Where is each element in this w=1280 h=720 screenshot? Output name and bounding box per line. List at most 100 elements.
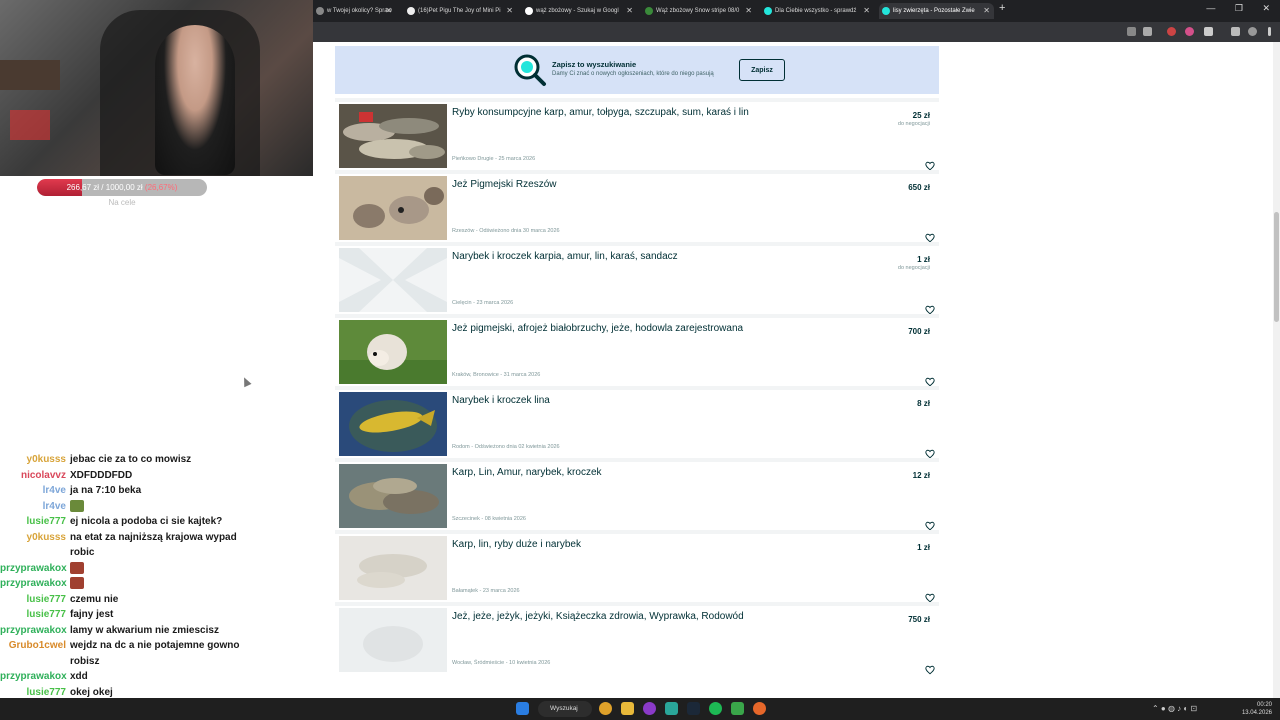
bookmark-star-icon[interactable] bbox=[1143, 27, 1152, 36]
listing-thumbnail[interactable] bbox=[339, 392, 447, 456]
restore-icon[interactable]: ❐ bbox=[1235, 3, 1243, 13]
listing-price: 8 zł bbox=[917, 399, 930, 408]
listing-list: Ryby konsumpcyjne karp, amur, tołpyga, s… bbox=[335, 98, 939, 675]
profile-avatar-icon[interactable] bbox=[1248, 27, 1257, 36]
chat-message: lr4ve bbox=[0, 499, 313, 515]
tab-close-icon[interactable]: ✕ bbox=[626, 3, 633, 19]
tab-title: Dla Ciebie wszystko - sprawdź bbox=[775, 8, 857, 14]
listing-thumbnail[interactable] bbox=[339, 104, 447, 168]
listing-thumbnail[interactable] bbox=[339, 536, 447, 600]
chat-username[interactable]: przyprawakox bbox=[0, 669, 67, 685]
heart-icon[interactable] bbox=[925, 230, 935, 243]
listing-thumbnail[interactable] bbox=[339, 320, 447, 384]
chat-username[interactable]: przyprawakox bbox=[0, 623, 67, 639]
chat-username[interactable]: y0kusss bbox=[0, 452, 66, 468]
stream-chat: y0kusss jebac cie za to co mowisz nicolavv… bbox=[0, 452, 313, 716]
heart-icon[interactable] bbox=[925, 302, 935, 315]
extension-icon[interactable] bbox=[1127, 27, 1136, 36]
listing-title[interactable]: Jeż pigmejski, afrojeż białobrzuchy, jeż… bbox=[452, 323, 862, 334]
taskbar-search[interactable]: Wyszukaj bbox=[538, 701, 592, 717]
extension-icon[interactable] bbox=[1185, 27, 1194, 36]
chat-username[interactable]: lr4ve bbox=[0, 483, 66, 499]
chat-text: jebac cie za to co mowisz bbox=[70, 454, 192, 465]
listing-card[interactable]: Narybek i kroczek lina 8 zł Rodom - Odświe… bbox=[335, 386, 939, 459]
folder-icon[interactable] bbox=[621, 702, 634, 715]
browser-tab[interactable]: Wąż zbożowy Snow stripe 08/0 ✕ bbox=[642, 3, 756, 19]
tab-close-icon[interactable]: ✕ bbox=[863, 3, 870, 19]
steam-icon[interactable] bbox=[687, 702, 700, 715]
listing-title[interactable]: Ryby konsumpcyjne karp, amur, tołpyga, s… bbox=[452, 107, 862, 118]
heart-icon[interactable] bbox=[925, 446, 935, 459]
browser-tab[interactable]: lisy zwierzęta - Pozostałe Zwie ✕ bbox=[879, 3, 994, 19]
chat-text bbox=[70, 576, 240, 592]
firefox-icon[interactable] bbox=[753, 702, 766, 715]
chat-message: przyprawakox lamy w akwarium nie zmiescis… bbox=[0, 623, 313, 639]
browser-tab[interactable]: (16)Pet Pigu The Joy of Mini Pi ✕ bbox=[404, 3, 517, 19]
extension-icon[interactable] bbox=[1167, 27, 1176, 36]
scrollbar-thumb[interactable] bbox=[1274, 212, 1279, 322]
listing-thumbnail[interactable] bbox=[339, 608, 447, 672]
listing-card[interactable]: Karp, lin, ryby duże i narybek 1 zł Bałamą… bbox=[335, 530, 939, 603]
chat-username[interactable]: lusie777 bbox=[0, 514, 66, 530]
heart-icon[interactable] bbox=[925, 158, 935, 171]
heart-icon[interactable] bbox=[925, 518, 935, 531]
listing-title[interactable]: Jeż Pigmejski Rzeszów bbox=[452, 179, 862, 190]
puzzle-icon[interactable] bbox=[1204, 27, 1213, 36]
app-icon[interactable] bbox=[643, 702, 656, 715]
spotify-icon[interactable] bbox=[709, 702, 722, 715]
listing-title[interactable]: Narybek i kroczek lina bbox=[452, 395, 862, 406]
chat-username[interactable]: przyprawakox bbox=[0, 561, 67, 577]
listing-card[interactable]: Jeż pigmejski, afrojeż białobrzuchy, jeż… bbox=[335, 314, 939, 387]
browser-tab[interactable]: wąż zbożowy - Szukaj w Googl ✕ bbox=[522, 3, 637, 19]
save-search-button[interactable]: Zapisz bbox=[739, 59, 785, 81]
browser-tab[interactable]: Dla Ciebie wszystko - sprawdź ✕ bbox=[761, 3, 874, 19]
chat-username[interactable]: nicolavvz bbox=[0, 468, 66, 484]
tab-close-icon[interactable]: ✕ bbox=[506, 3, 513, 19]
listing-title[interactable]: Karp, Lin, Amur, narybek, kroczek bbox=[452, 467, 862, 478]
chat-text: lamy w akwarium nie zmiescisz bbox=[70, 624, 219, 636]
app-icon[interactable] bbox=[665, 702, 678, 715]
new-tab-button[interactable]: + bbox=[999, 2, 1005, 14]
save-search-description: Damy Ci znać o nowych ogłoszeniach, któr… bbox=[552, 71, 714, 77]
browser-tab[interactable]: w Twojej okolicy? Spraw ✕ bbox=[313, 3, 396, 19]
page-content: Zapisz to wyszukiwanie Damy Ci znać o no… bbox=[313, 42, 1280, 698]
minimize-icon[interactable]: — bbox=[1206, 3, 1215, 13]
tab-close-icon[interactable]: ✕ bbox=[745, 3, 752, 19]
listing-card[interactable]: Ryby konsumpcyjne karp, amur, tołpyga, s… bbox=[335, 98, 939, 171]
chat-username[interactable]: Grubo1cwel bbox=[0, 638, 66, 669]
heart-icon[interactable] bbox=[925, 662, 935, 675]
listing-card[interactable]: Jeż Pigmejski Rzeszów 650 zł Rzeszów - Odś… bbox=[335, 170, 939, 243]
chat-username[interactable]: lusie777 bbox=[0, 607, 66, 623]
chat-username[interactable]: lr4ve bbox=[0, 499, 66, 515]
listing-card[interactable]: Jeż, jeże, jeżyk, jeżyki, Książeczka zdr… bbox=[335, 602, 939, 675]
windows-start-icon[interactable] bbox=[516, 702, 529, 715]
page-scrollbar[interactable] bbox=[1273, 42, 1280, 698]
close-window-icon[interactable]: ✕ bbox=[1262, 3, 1270, 13]
listing-title[interactable]: Narybek i kroczek karpia, amur, lin, kar… bbox=[452, 251, 862, 262]
chat-text bbox=[70, 499, 240, 515]
tab-close-icon[interactable]: ✕ bbox=[983, 3, 990, 19]
app-icon[interactable] bbox=[731, 702, 744, 715]
listing-price: 650 zł bbox=[908, 183, 930, 192]
chat-username[interactable]: lusie777 bbox=[0, 592, 66, 608]
tab-title: Wąż zbożowy Snow stripe 08/0 bbox=[656, 8, 740, 14]
media-icon[interactable] bbox=[1231, 27, 1240, 36]
taskbar-clock[interactable]: 00:20 13.04.2026 bbox=[1242, 701, 1272, 717]
tab-close-icon[interactable]: ✕ bbox=[385, 3, 392, 19]
chat-message: lusie777 czemu nie bbox=[0, 592, 313, 608]
listing-thumbnail[interactable] bbox=[339, 464, 447, 528]
chrome-icon[interactable] bbox=[599, 702, 612, 715]
listing-card[interactable]: Karp, Lin, Amur, narybek, kroczek 12 zł Sz… bbox=[335, 458, 939, 531]
listing-card[interactable]: Narybek i kroczek karpia, amur, lin, kar… bbox=[335, 242, 939, 315]
listing-thumbnail[interactable] bbox=[339, 248, 447, 312]
system-tray[interactable]: ⌃ ● ◍ ♪ ◐ ⊡ bbox=[1152, 704, 1197, 713]
menu-icon[interactable] bbox=[1268, 27, 1271, 36]
chat-username[interactable]: przyprawakox bbox=[0, 576, 67, 592]
listing-title[interactable]: Karp, lin, ryby duże i narybek bbox=[452, 539, 862, 550]
heart-icon[interactable] bbox=[925, 374, 935, 387]
chat-username[interactable]: y0kusss bbox=[0, 530, 66, 561]
chat-text: czemu nie bbox=[70, 593, 119, 605]
listing-title[interactable]: Jeż, jeże, jeżyk, jeżyki, Książeczka zdr… bbox=[452, 611, 862, 622]
listing-thumbnail[interactable] bbox=[339, 176, 447, 240]
heart-icon[interactable] bbox=[925, 590, 935, 603]
